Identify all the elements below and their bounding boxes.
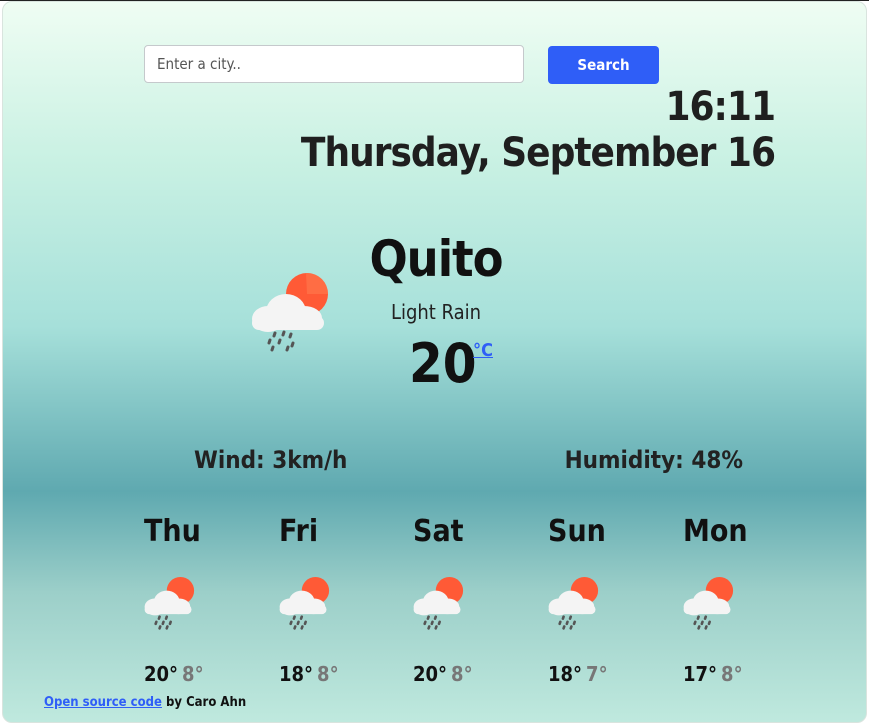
forecast-high: 18° — [548, 662, 583, 686]
city-name: Quito — [369, 230, 503, 288]
current-temperature: 20 — [409, 332, 477, 395]
search-button[interactable]: Search — [548, 46, 659, 84]
humidity: Humidity: 48% — [564, 446, 743, 474]
forecast-high: 17° — [683, 662, 718, 686]
forecast-temps: 18° 8° — [279, 662, 339, 686]
current-time: 16:11 — [665, 84, 776, 130]
rain-cloud-sun-icon — [248, 272, 334, 358]
wind-speed: Wind: 3km/h — [194, 446, 348, 474]
forecast-day-name: Sat — [413, 514, 464, 549]
forecast-high: 20° — [144, 662, 179, 686]
forecast-low: 8° — [182, 662, 204, 686]
open-source-code-link[interactable]: Open source code — [44, 695, 162, 710]
rain-cloud-sun-icon — [411, 576, 467, 634]
current-date: Thursday, September 16 — [300, 130, 776, 176]
forecast-temps: 20° 8° — [144, 662, 204, 686]
forecast-day-fri: Fri 18° 8° — [279, 514, 389, 686]
rain-cloud-sun-icon — [546, 576, 602, 634]
forecast-day-name: Thu — [144, 514, 201, 549]
forecast-day-name: Fri — [279, 514, 319, 549]
footer: Open source code by Caro Ahn — [44, 695, 246, 710]
celsius-unit-link[interactable]: °C — [473, 340, 493, 361]
forecast-day-thu: Thu 20° 8° — [144, 514, 254, 686]
weather-condition: Light Rain — [390, 300, 482, 324]
forecast-day-mon: Mon 17° 8° — [683, 514, 793, 686]
forecast-temps: 17° 8° — [683, 662, 743, 686]
city-search-input[interactable] — [144, 45, 524, 83]
forecast-high: 18° — [279, 662, 314, 686]
forecast-temps: 18° 7° — [548, 662, 608, 686]
forecast-low: 8° — [317, 662, 339, 686]
forecast-day-sun: Sun 18° 7° — [548, 514, 658, 686]
forecast-low: 8° — [721, 662, 743, 686]
forecast-temps: 20° 8° — [413, 662, 473, 686]
forecast-day-sat: Sat 20° 8° — [413, 514, 523, 686]
rain-cloud-sun-icon — [681, 576, 737, 634]
footer-author: by Caro Ahn — [161, 695, 247, 710]
forecast-low: 8° — [451, 662, 473, 686]
forecast-day-name: Sun — [548, 514, 606, 549]
weather-app: Search 16:11 Thursday, September 16 Quit… — [2, 1, 867, 723]
rain-cloud-sun-icon — [142, 576, 198, 634]
forecast-high: 20° — [413, 662, 448, 686]
rain-cloud-sun-icon — [277, 576, 333, 634]
forecast-low: 7° — [586, 662, 608, 686]
forecast-day-name: Mon — [683, 514, 748, 549]
